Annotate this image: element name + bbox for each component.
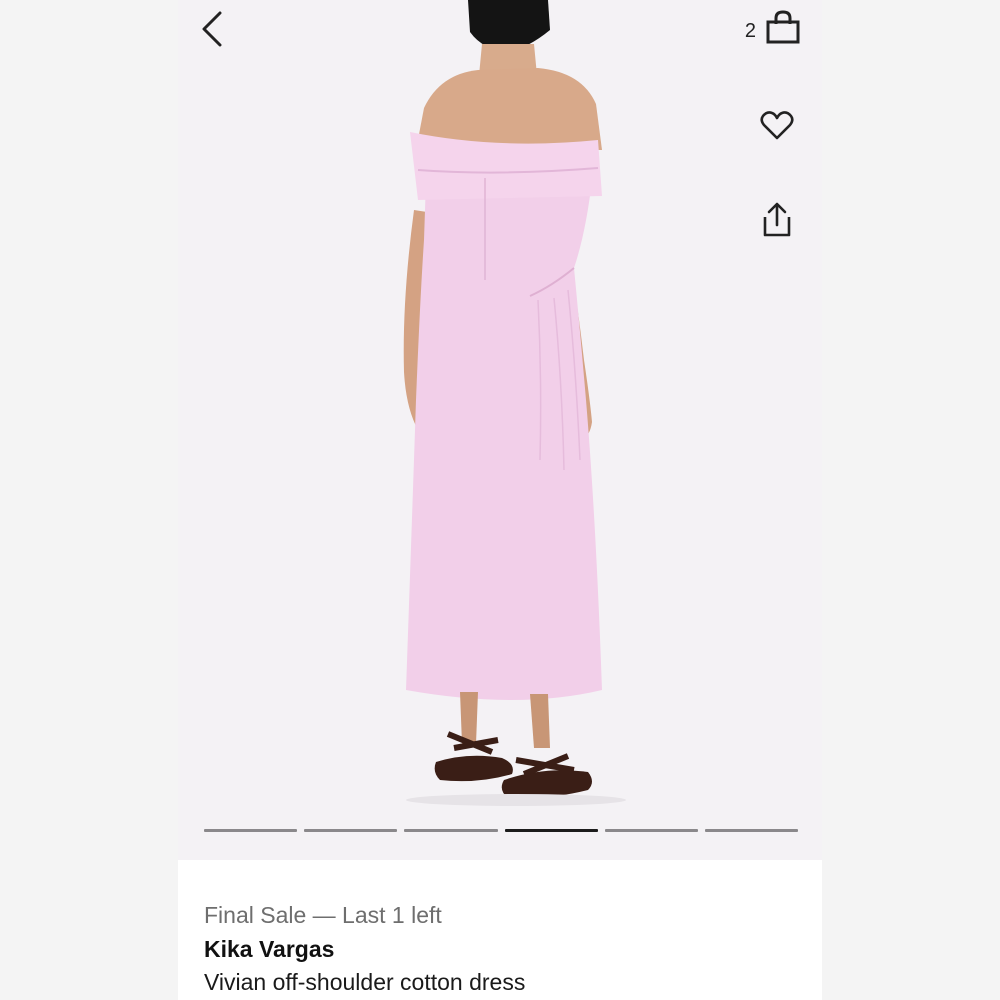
carousel-indicators[interactable] [204, 829, 799, 835]
carousel-indicator[interactable] [404, 829, 498, 832]
share-button[interactable] [756, 198, 798, 244]
back [416, 68, 602, 150]
left-leg [460, 692, 478, 744]
shopping-bag-icon [766, 9, 800, 49]
carousel-indicator[interactable] [204, 829, 298, 832]
product-image-carousel[interactable]: 2 [178, 0, 822, 860]
product-info: Final Sale — Last 1 left Kika Vargas Viv… [178, 860, 822, 1000]
product-name: Vivian off-shoulder cotton dress [204, 969, 526, 995]
brand-name[interactable]: Kika Vargas [204, 936, 334, 963]
heart-icon [760, 110, 794, 145]
carousel-indicator[interactable] [604, 829, 698, 832]
product-photo [403, 0, 626, 806]
dress [406, 180, 602, 700]
left-sandal [434, 755, 513, 782]
back-button[interactable] [192, 8, 232, 54]
favorite-button[interactable] [756, 106, 798, 148]
shopping-bag-button[interactable]: 2 [728, 6, 800, 52]
carousel-indicator[interactable] [304, 829, 398, 832]
product-page: 2 Final Sale — Last 1 left Kika Vargas V… [178, 0, 822, 1000]
bag-count-badge: 2 [744, 19, 756, 42]
right-leg [530, 694, 550, 748]
share-icon [761, 201, 793, 242]
chevron-left-icon [200, 11, 224, 52]
carousel-indicator[interactable] [504, 829, 598, 832]
sale-status-text: Final Sale — Last 1 left [204, 902, 442, 928]
carousel-indicator[interactable] [704, 829, 799, 832]
